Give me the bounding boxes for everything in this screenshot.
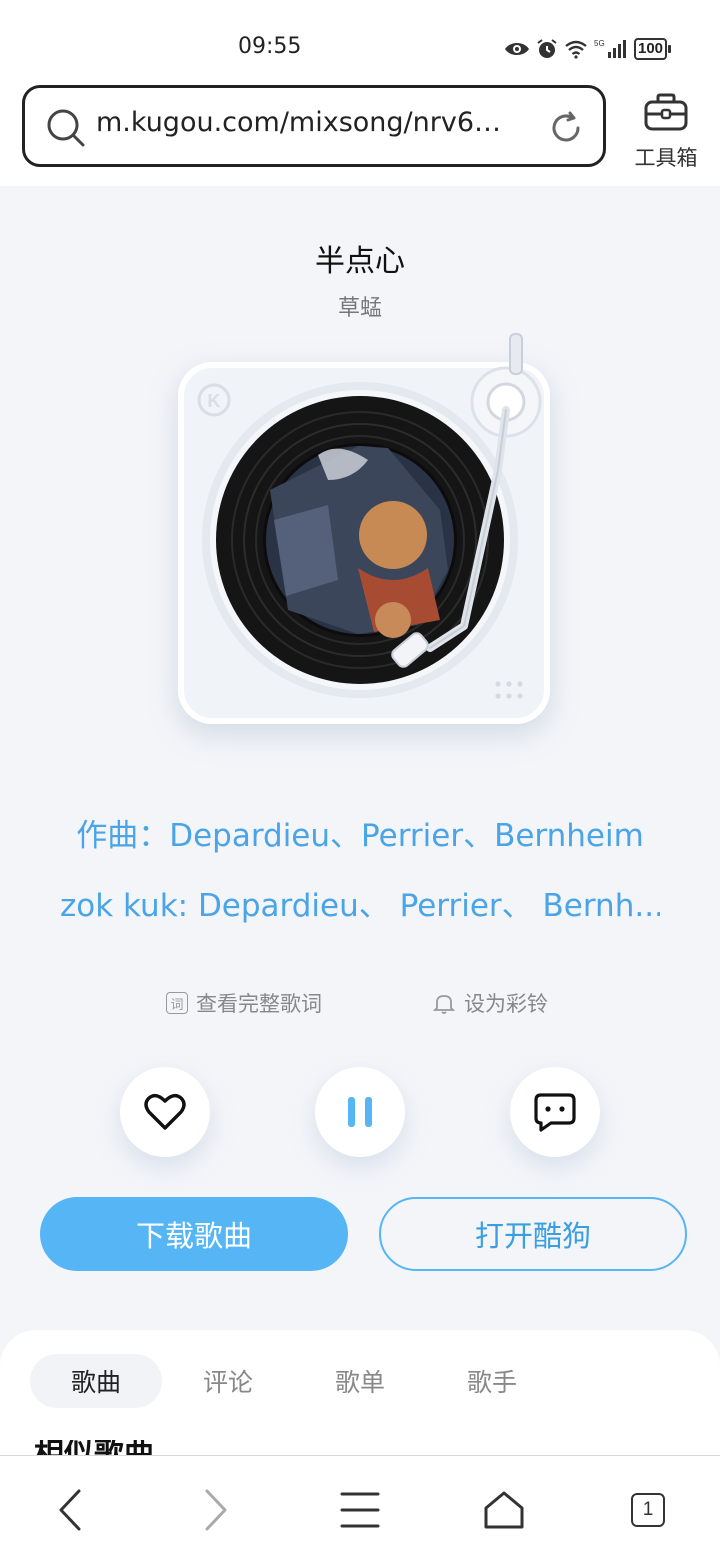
view-full-lyrics-link[interactable]: 词 查看完整歌词 (166, 988, 322, 1018)
lyrics-icon: 词 (166, 992, 188, 1014)
bell-icon (432, 995, 456, 1014)
heart-icon (144, 1093, 186, 1130)
eye-icon (505, 43, 529, 55)
battery-icon: 100 (634, 38, 672, 60)
home-button[interactable] (474, 1480, 534, 1540)
album-cover (266, 446, 454, 638)
speaker-dots-icon (495, 681, 523, 699)
comment-icon (534, 1093, 576, 1132)
search-icon (47, 109, 85, 147)
toolbox-icon (644, 93, 688, 131)
vinyl-record[interactable] (216, 396, 504, 684)
lyric-line-1: 作曲：Depardieu、Perrier、Bernheim (76, 818, 644, 854)
set-ringtone-label[interactable]: 设为彩铃 (464, 988, 548, 1018)
forward-button[interactable] (186, 1480, 246, 1540)
home-icon (484, 1491, 524, 1529)
like-button[interactable] (120, 1067, 210, 1157)
lyric-line-2: zok kuk: Depardieu、 Perrier、 Bernh... (60, 888, 660, 924)
url-text[interactable]: m.kugou.com/mixsong/nrv6gb... (96, 107, 516, 138)
tabs-button[interactable]: 1 (618, 1480, 678, 1540)
chevron-left-icon (59, 1489, 81, 1531)
svg-text:5G: 5G (594, 39, 605, 48)
artist-name[interactable]: 草蜢 (0, 290, 720, 322)
tab-artists[interactable]: 歌手 (426, 1354, 558, 1408)
back-button[interactable] (40, 1480, 100, 1540)
wifi-icon (565, 40, 587, 59)
chevron-right-icon (205, 1489, 227, 1531)
turntable-graphic: K (197, 333, 542, 699)
status-time: 09:55 (238, 34, 302, 59)
kugou-logo-letter: K (208, 391, 221, 411)
view-full-lyrics-label[interactable]: 查看完整歌词 (196, 988, 322, 1018)
song-title: 半点心 (315, 244, 405, 279)
tab-count-icon: 1 (631, 1493, 665, 1527)
tab-songs[interactable]: 歌曲 (30, 1354, 162, 1408)
kugou-logo-icon: K (197, 383, 231, 417)
signal-icon: 5G (594, 39, 626, 58)
pause-button[interactable] (315, 1067, 405, 1157)
section-heading: 相似歌曲 (34, 1440, 234, 1456)
download-song-button[interactable]: 下载歌曲 (40, 1197, 348, 1271)
menu-icon (340, 1492, 380, 1528)
comment-button[interactable] (510, 1067, 600, 1157)
alarm-icon (537, 39, 557, 58)
reload-icon[interactable] (548, 110, 584, 146)
pause-icon (348, 1097, 372, 1127)
menu-button[interactable] (330, 1480, 390, 1540)
open-kugou-button[interactable]: 打开酷狗 (379, 1197, 687, 1271)
toolbox-label[interactable]: 工具箱 (626, 142, 706, 172)
set-ringtone-link[interactable]: 设为彩铃 (432, 988, 548, 1018)
toolbox-button[interactable] (630, 92, 702, 136)
tab-comments[interactable]: 评论 (162, 1354, 294, 1408)
battery-level: 100 (634, 38, 668, 60)
tab-playlists[interactable]: 歌单 (294, 1354, 426, 1408)
status-icons: 5G 100 (504, 36, 672, 62)
